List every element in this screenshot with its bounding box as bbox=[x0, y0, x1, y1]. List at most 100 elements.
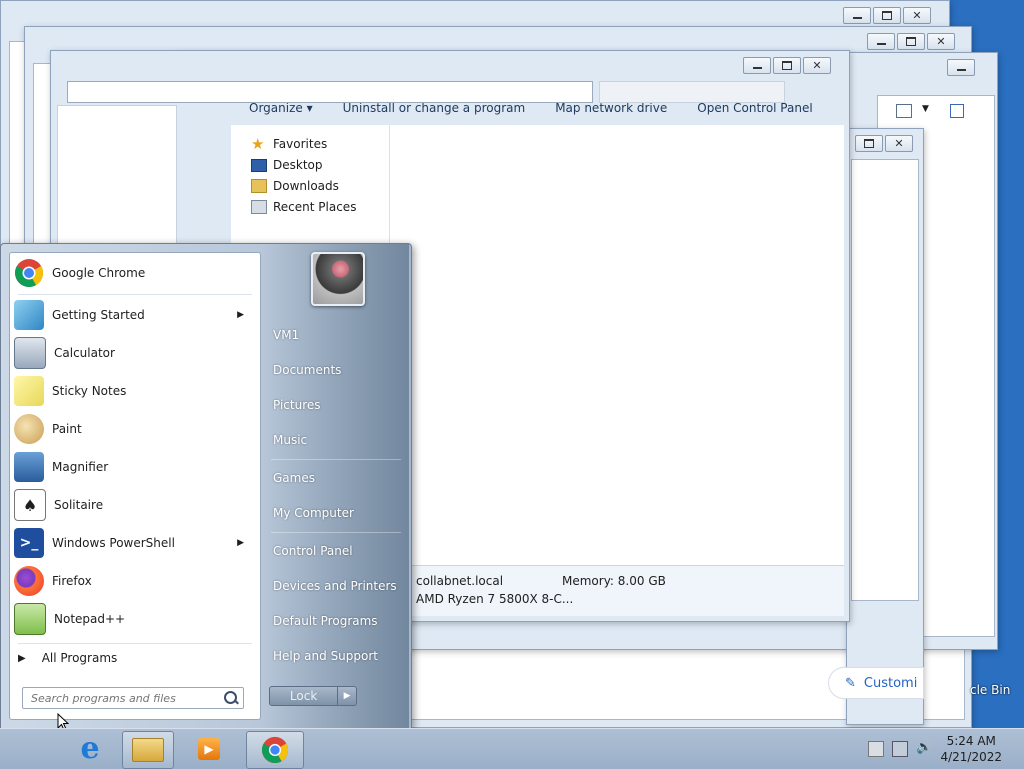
link-vm1[interactable]: VM1 bbox=[273, 328, 403, 342]
nav-desktop[interactable]: Desktop bbox=[251, 158, 323, 172]
background-window-4: ✕ bbox=[846, 128, 924, 725]
sticky-notes-icon bbox=[14, 376, 44, 406]
view-options-icon[interactable] bbox=[896, 104, 912, 118]
program-getting-started[interactable]: Getting Started ▶ bbox=[14, 298, 254, 332]
taskbar-media-player[interactable]: ▶ bbox=[186, 731, 232, 767]
lock-button-group: Lock ▶ bbox=[269, 686, 357, 706]
map-network-drive-button[interactable]: Map network drive bbox=[555, 103, 667, 115]
volume-icon[interactable]: 🔊 bbox=[916, 741, 932, 755]
minimize-button[interactable] bbox=[867, 33, 895, 50]
link-documents[interactable]: Documents bbox=[273, 363, 403, 377]
program-label: Windows PowerShell bbox=[52, 536, 175, 550]
program-paint[interactable]: Paint bbox=[14, 412, 254, 446]
program-label: Solitaire bbox=[54, 498, 104, 512]
details-pane: collabnet.local Memory: 8.00 GB AMD Ryze… bbox=[390, 565, 844, 616]
maximize-button[interactable] bbox=[855, 135, 883, 152]
link-games[interactable]: Games bbox=[273, 471, 403, 485]
magnifier-icon bbox=[14, 452, 44, 482]
search-box[interactable] bbox=[599, 81, 785, 103]
chevron-down-icon[interactable]: ▼ bbox=[922, 104, 929, 114]
preview-pane-icon[interactable] bbox=[950, 104, 964, 118]
start-menu-links-pane: VM1 Documents Pictures Music Games My Co… bbox=[263, 244, 409, 728]
separator bbox=[18, 643, 252, 644]
program-windows-powershell[interactable]: >_ Windows PowerShell ▶ bbox=[14, 526, 254, 560]
link-pictures[interactable]: Pictures bbox=[273, 398, 403, 412]
minimize-button[interactable] bbox=[947, 59, 975, 76]
network-icon[interactable] bbox=[892, 741, 908, 757]
link-help-and-support[interactable]: Help and Support bbox=[273, 649, 403, 663]
separator bbox=[271, 459, 401, 460]
program-solitaire[interactable]: ♠ Solitaire bbox=[14, 488, 254, 522]
program-label: Magnifier bbox=[52, 460, 109, 474]
nav-recent-places[interactable]: Recent Places bbox=[251, 200, 356, 214]
submenu-arrow-icon: ▶ bbox=[237, 538, 244, 548]
program-calculator[interactable]: Calculator bbox=[14, 336, 254, 370]
link-devices-and-printers[interactable]: Devices and Printers bbox=[273, 579, 403, 593]
separator bbox=[18, 294, 252, 295]
nav-favorites[interactable]: ★ Favorites bbox=[251, 135, 328, 153]
program-label: Getting Started bbox=[52, 308, 145, 322]
file-explorer-icon bbox=[132, 738, 164, 762]
taskbar-chrome[interactable] bbox=[246, 731, 304, 769]
explorer-toolbar: Organize ▾ Uninstall or change a program… bbox=[231, 103, 863, 123]
close-button[interactable]: ✕ bbox=[903, 7, 931, 24]
address-bar[interactable] bbox=[67, 81, 593, 103]
recycle-bin-label[interactable]: cle Bin bbox=[970, 683, 1010, 697]
nav-downloads[interactable]: Downloads bbox=[251, 179, 339, 193]
program-label: Calculator bbox=[54, 346, 115, 360]
submenu-arrow-icon: ▶ bbox=[237, 310, 244, 320]
calculator-icon bbox=[14, 337, 46, 369]
program-google-chrome[interactable]: Google Chrome bbox=[14, 256, 254, 290]
program-magnifier[interactable]: Magnifier bbox=[14, 450, 254, 484]
maximize-button[interactable] bbox=[897, 33, 925, 50]
customize-button[interactable]: ✎ Customi bbox=[828, 667, 924, 699]
open-control-panel-button[interactable]: Open Control Panel bbox=[697, 103, 812, 115]
all-programs-button[interactable]: ▶ All Programs bbox=[18, 651, 117, 665]
start-menu: Google Chrome Getting Started ▶ Calculat… bbox=[0, 243, 412, 729]
organize-button[interactable]: Organize ▾ bbox=[249, 103, 313, 115]
clock-date: 4/21/2022 bbox=[940, 750, 1002, 764]
explorer-content-area[interactable] bbox=[390, 125, 844, 565]
background-window-4-body bbox=[851, 159, 919, 601]
close-button[interactable]: ✕ bbox=[927, 33, 955, 50]
nav-label: Recent Places bbox=[273, 200, 357, 214]
taskbar-internet-explorer[interactable]: e bbox=[68, 731, 112, 767]
uninstall-program-button[interactable]: Uninstall or change a program bbox=[343, 103, 526, 115]
maximize-button[interactable] bbox=[773, 57, 801, 74]
program-notepadpp[interactable]: Notepad++ bbox=[14, 602, 254, 636]
solitaire-icon: ♠ bbox=[14, 489, 46, 521]
nav-label: Downloads bbox=[273, 179, 339, 193]
nav-label: Favorites bbox=[273, 137, 328, 151]
link-music[interactable]: Music bbox=[273, 433, 403, 447]
star-icon: ★ bbox=[251, 135, 265, 153]
lock-button[interactable]: Lock bbox=[269, 686, 339, 706]
close-button[interactable]: ✕ bbox=[803, 57, 831, 74]
pencil-icon: ✎ bbox=[845, 675, 856, 691]
close-button[interactable]: ✕ bbox=[885, 135, 913, 152]
getting-started-icon bbox=[14, 300, 44, 330]
search-icon[interactable] bbox=[224, 691, 237, 704]
notepadpp-icon bbox=[14, 603, 46, 635]
minimize-button[interactable] bbox=[743, 57, 771, 74]
link-default-programs[interactable]: Default Programs bbox=[273, 614, 403, 628]
program-firefox[interactable]: Firefox bbox=[14, 564, 254, 598]
chrome-icon bbox=[261, 736, 289, 764]
link-my-computer[interactable]: My Computer bbox=[273, 506, 403, 520]
paint-icon bbox=[14, 414, 44, 444]
desktop-icon bbox=[251, 158, 267, 172]
background-window-1-caption-buttons: ✕ bbox=[843, 7, 931, 24]
program-label: Firefox bbox=[52, 574, 92, 588]
link-control-panel[interactable]: Control Panel bbox=[273, 544, 403, 558]
customize-label: Customi bbox=[863, 675, 918, 691]
maximize-button[interactable] bbox=[873, 7, 901, 24]
system-clock[interactable]: 5:24 AM 4/21/2022 bbox=[940, 733, 1002, 765]
shutdown-options-arrow-icon[interactable]: ▶ bbox=[338, 686, 357, 706]
user-picture[interactable] bbox=[311, 252, 365, 306]
background-window-3-caption-buttons bbox=[947, 59, 975, 76]
search-input[interactable] bbox=[29, 688, 223, 708]
program-sticky-notes[interactable]: Sticky Notes bbox=[14, 374, 254, 408]
internet-explorer-icon: e bbox=[80, 731, 100, 766]
minimize-button[interactable] bbox=[843, 7, 871, 24]
taskbar-file-explorer[interactable] bbox=[122, 731, 174, 769]
action-center-flag-icon[interactable] bbox=[868, 741, 884, 757]
